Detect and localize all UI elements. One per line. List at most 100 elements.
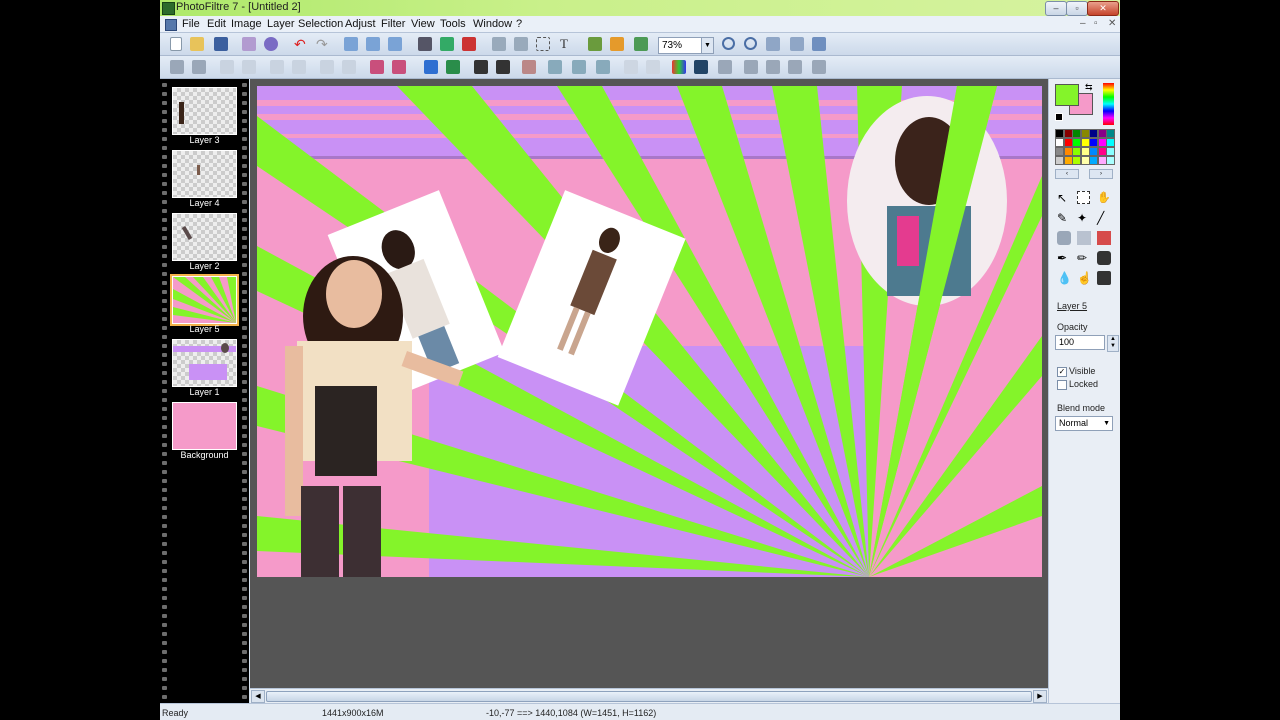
pencil-icon[interactable]: ✏	[1077, 251, 1091, 265]
save-icon[interactable]	[214, 37, 228, 51]
menu-selection[interactable]: Selection	[298, 18, 343, 30]
palette-prev-button[interactable]: ‹	[1055, 169, 1079, 179]
window-maximize-button[interactable]: ▫	[1066, 1, 1088, 16]
transform-icon[interactable]	[812, 60, 826, 74]
layer-thumbnail-background[interactable]	[172, 402, 237, 450]
new-file-icon[interactable]	[170, 37, 182, 51]
opacity-stepper[interactable]: ▲ ▼	[1107, 335, 1119, 352]
dust-icon[interactable]	[522, 60, 536, 74]
locked-checkbox[interactable]	[1057, 380, 1067, 390]
soften-icon[interactable]	[548, 60, 562, 74]
menu-edit[interactable]: Edit	[207, 18, 226, 30]
scan-icon[interactable]	[264, 37, 278, 51]
blend-mode-select[interactable]: Normal ▼	[1055, 416, 1113, 431]
opacity-field[interactable]: 100	[1055, 335, 1105, 350]
color-picker-icon[interactable]: ✎	[1057, 211, 1071, 225]
flip-horizontal-icon[interactable]	[718, 60, 732, 74]
workspace[interactable]	[250, 79, 1048, 688]
menu-filter[interactable]: Filter	[381, 18, 405, 30]
clone-tool-icon[interactable]	[1097, 271, 1111, 285]
duplicate-icon[interactable]	[492, 37, 506, 51]
stamp-icon[interactable]	[1097, 251, 1111, 265]
hand-tool-icon[interactable]: ✋	[1097, 191, 1111, 205]
rotate-icon[interactable]	[514, 37, 528, 51]
select-all-icon[interactable]	[536, 37, 550, 51]
blur-icon[interactable]	[572, 60, 586, 74]
scrollbar-thumb[interactable]	[266, 691, 1032, 702]
gamma-plus-icon[interactable]	[342, 60, 356, 74]
reset-colors-icon[interactable]	[1055, 113, 1063, 121]
rotate-left-icon[interactable]	[766, 60, 780, 74]
visible-checkbox[interactable]: ✓	[1057, 367, 1067, 377]
palette-next-button[interactable]: ›	[1089, 169, 1113, 179]
menu-file[interactable]: File	[182, 18, 200, 30]
sharpen-icon[interactable]	[596, 60, 610, 74]
blur-tool-icon[interactable]: 💧	[1057, 271, 1072, 285]
brush-icon[interactable]: ✒	[1057, 251, 1071, 265]
copy-icon[interactable]	[344, 37, 358, 51]
chevron-down-icon[interactable]: ▼	[701, 38, 713, 53]
auto-levels-icon[interactable]	[170, 60, 184, 74]
foreground-color-swatch[interactable]	[1055, 84, 1079, 106]
contrast-plus-icon[interactable]	[292, 60, 306, 74]
scroll-left-icon[interactable]: ◀	[251, 690, 265, 703]
sepia-icon[interactable]	[446, 60, 460, 74]
layer-thumbnail-4[interactable]	[172, 150, 237, 198]
smudge-tool-icon[interactable]: ☝	[1077, 271, 1092, 285]
saturation-plus-icon[interactable]	[392, 60, 406, 74]
redo-icon[interactable]: ↷	[316, 37, 330, 51]
document-icon[interactable]	[165, 19, 177, 31]
canvas-size-icon[interactable]	[440, 37, 454, 51]
plugins-icon[interactable]	[610, 37, 624, 51]
window-minimize-button[interactable]: –	[1045, 1, 1067, 16]
palette-color-cell[interactable]	[1106, 129, 1115, 138]
color-palette[interactable]	[1055, 129, 1115, 165]
menu-tools[interactable]: Tools	[440, 18, 466, 30]
rotate-right-icon[interactable]	[788, 60, 802, 74]
menu-image[interactable]: Image	[231, 18, 262, 30]
color-spectrum[interactable]	[1103, 83, 1114, 125]
selection-tool-icon[interactable]	[1077, 191, 1090, 204]
menu-adjust[interactable]: Adjust	[345, 18, 376, 30]
hue-icon[interactable]	[694, 60, 708, 74]
contrast-minus-icon[interactable]	[270, 60, 284, 74]
magic-wand-icon[interactable]: ✦	[1077, 211, 1091, 225]
brightness-minus-icon[interactable]	[220, 60, 234, 74]
saturation-minus-icon[interactable]	[370, 60, 384, 74]
text-tool-icon[interactable]: T	[560, 37, 574, 51]
actual-size-icon[interactable]	[766, 37, 780, 51]
menu-view[interactable]: View	[411, 18, 435, 30]
swap-colors-icon[interactable]: ⇆	[1085, 82, 1093, 93]
image-size-icon[interactable]	[418, 37, 432, 51]
document-close-button[interactable]: ✕	[1108, 18, 1116, 29]
layer-thumbnail-3[interactable]	[172, 87, 237, 135]
window-close-button[interactable]: ✕	[1087, 1, 1119, 16]
grayscale-icon[interactable]	[424, 60, 438, 74]
line-tool-icon[interactable]: ╱	[1097, 211, 1111, 225]
menu-help[interactable]: ?	[516, 18, 522, 30]
emboss-icon[interactable]	[496, 60, 510, 74]
negative-icon[interactable]	[474, 60, 488, 74]
full-screen-icon[interactable]	[812, 37, 826, 51]
zoom-in-icon[interactable]	[722, 37, 735, 50]
auto-contrast-icon[interactable]	[192, 60, 206, 74]
menu-window[interactable]: Window	[473, 18, 512, 30]
undo-icon[interactable]: ↶	[294, 37, 308, 51]
gamma-minus-icon[interactable]	[320, 60, 334, 74]
pointer-tool-icon[interactable]: ↖	[1057, 191, 1071, 205]
menu-layer[interactable]: Layer	[267, 18, 295, 30]
fill-bucket-icon[interactable]	[1057, 231, 1071, 245]
palette-color-cell[interactable]	[1106, 156, 1115, 165]
open-folder-icon[interactable]	[190, 37, 204, 51]
scroll-right-icon[interactable]: ▶	[1033, 690, 1047, 703]
sharpen-more-icon[interactable]	[624, 60, 638, 74]
color-balance-icon[interactable]	[672, 60, 686, 74]
horizontal-scrollbar[interactable]: ◀ ▶	[250, 688, 1048, 703]
paste-as-new-icon[interactable]	[388, 37, 402, 51]
palette-color-cell[interactable]	[1106, 147, 1115, 156]
layer-thumbnail-2[interactable]	[172, 213, 237, 261]
crop-icon[interactable]	[462, 37, 476, 51]
layer-thumbnail-1[interactable]	[172, 339, 237, 387]
layer-thumbnail-5[interactable]	[170, 274, 239, 326]
zoom-out-icon[interactable]	[744, 37, 757, 50]
